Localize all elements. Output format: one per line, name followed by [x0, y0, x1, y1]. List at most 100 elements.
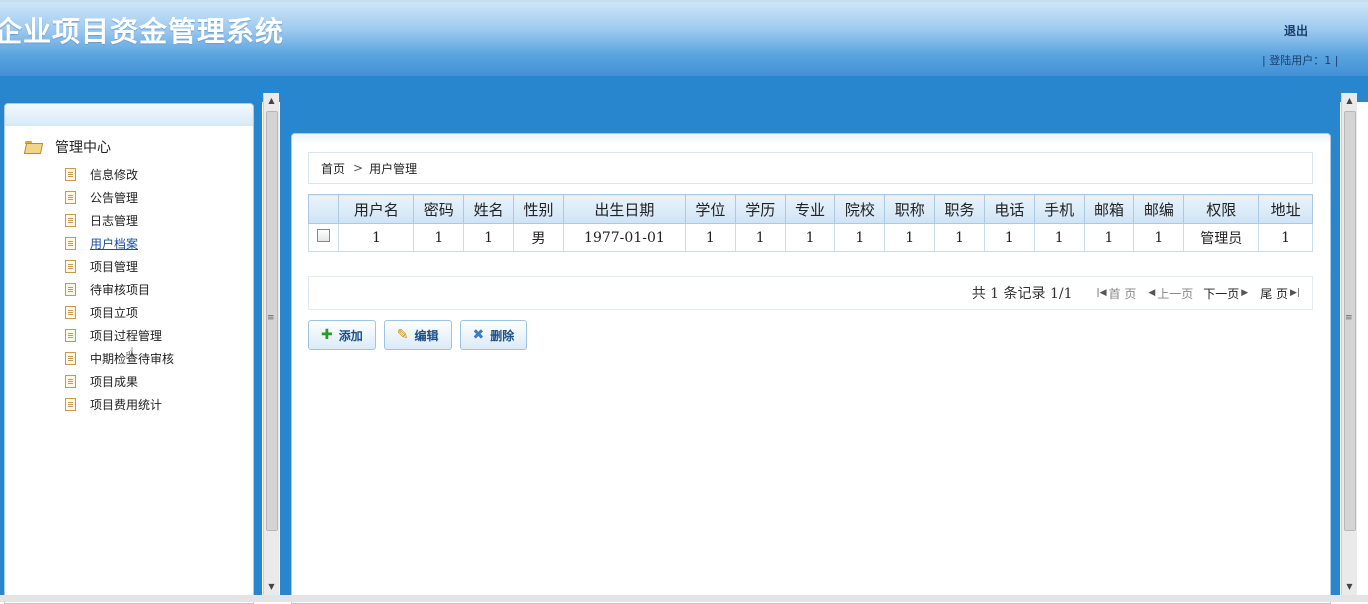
- scroll-down-icon[interactable]: ▼: [264, 579, 279, 594]
- row-select-cell: [307, 223, 340, 252]
- sidebar-panel: 管理中心 信息修改 公告管理 日志管理 用户档案 项目管理 待审核项目 项目立项…: [4, 103, 254, 604]
- first-page-icon: |◀: [1096, 288, 1107, 298]
- table-cell: 管理员: [1183, 223, 1260, 252]
- user-table: 用户名 密码 姓名 性别 出生日期 学位 学历 专业 院校 职称 职务 电话 手…: [307, 194, 1313, 252]
- col-header: 电话: [983, 194, 1035, 224]
- col-header: 院校: [834, 194, 886, 224]
- app-header: 企业项目资金管理系统 退出 | 登陆用户：1 |: [0, 0, 1368, 78]
- sidebar-item-project-manage[interactable]: 项目管理: [65, 255, 174, 278]
- sidebar-item-pending-review[interactable]: 待审核项目: [65, 278, 174, 301]
- breadcrumb-separator: >: [353, 161, 364, 175]
- table-cell: 1: [1258, 223, 1313, 252]
- col-header: 地址: [1258, 194, 1313, 224]
- document-icon: [65, 352, 76, 365]
- sidebar-item-midterm-review[interactable]: 中期检查待审核: [65, 347, 174, 370]
- col-header: 职称: [884, 194, 936, 224]
- scroll-grip-icon: ≡: [267, 313, 275, 323]
- sidebar-item-log[interactable]: 日志管理: [65, 209, 174, 232]
- table-cell: 1: [463, 223, 515, 252]
- pagination: 共 1 条记录 1/1 |◀ 首 页 ◀ 上一页 下一页 ▶ 尾 页 ▶|: [308, 276, 1313, 310]
- cross-icon: ✖: [472, 327, 485, 343]
- col-header: 密码: [413, 194, 465, 224]
- row-checkbox[interactable]: [317, 229, 331, 242]
- col-header: 姓名: [463, 194, 515, 224]
- last-page-link[interactable]: 尾 页 ▶|: [1260, 285, 1302, 302]
- document-icon: [65, 191, 76, 204]
- record-count: 共 1 条记录 1/1: [971, 286, 1073, 302]
- document-icon: [65, 329, 76, 342]
- delete-button[interactable]: ✖ 删除: [459, 320, 528, 350]
- edit-button[interactable]: ✎ 编辑: [383, 320, 452, 350]
- table-cell: 1: [413, 223, 465, 252]
- first-page-link[interactable]: |◀ 首 页: [1095, 285, 1137, 302]
- table-cell: 1: [934, 223, 985, 252]
- table-cell: 1: [983, 223, 1035, 252]
- scroll-grip-icon: ≡: [1345, 313, 1353, 323]
- document-icon: [65, 398, 76, 411]
- col-header: 权限: [1183, 194, 1260, 224]
- sidebar-item-cost-stats[interactable]: 项目费用统计: [65, 393, 174, 416]
- sidebar-panel-header: [5, 104, 253, 126]
- scroll-up-icon[interactable]: ▲: [1342, 93, 1357, 108]
- col-header: 学历: [734, 194, 786, 224]
- table-cell: 1: [784, 223, 836, 252]
- document-icon: [65, 306, 76, 319]
- col-header: 邮编: [1133, 194, 1185, 224]
- sidebar-item-user-archive[interactable]: 用户档案: [65, 232, 174, 255]
- col-header: 职务: [934, 194, 985, 224]
- bottom-bar: [0, 595, 1368, 602]
- col-header: 用户名: [338, 194, 415, 224]
- add-button[interactable]: ✚ 添加: [308, 320, 376, 350]
- sidebar-item-info-edit[interactable]: 信息修改: [65, 163, 174, 186]
- col-header: 性别: [513, 194, 564, 224]
- table-cell: 1: [1083, 223, 1135, 252]
- breadcrumb-home[interactable]: 首页: [321, 160, 345, 177]
- document-icon: [65, 168, 76, 181]
- next-page-link[interactable]: 下一页 ▶: [1203, 285, 1250, 302]
- scroll-down-icon[interactable]: ▼: [1342, 579, 1357, 594]
- plus-icon: ✚: [321, 327, 333, 343]
- col-header: 手机: [1033, 194, 1085, 224]
- table-header-row: 用户名 密码 姓名 性别 出生日期 学位 学历 专业 院校 职称 职务 电话 手…: [307, 194, 1313, 224]
- logout-link[interactable]: 退出: [1284, 22, 1308, 39]
- document-icon: [65, 237, 76, 250]
- col-header: 学位: [684, 194, 736, 224]
- col-header: 出生日期: [562, 194, 686, 224]
- col-header: 专业: [784, 194, 836, 224]
- table-row[interactable]: 1 1 1 男 1977-01-01 1 1 1 1 1 1 1 1 1 1 管…: [307, 223, 1313, 252]
- open-folder-icon: [25, 141, 41, 153]
- sidebar-scrollbar[interactable]: ▲ ≡ ▼: [263, 93, 279, 595]
- table-cell: 男: [513, 223, 564, 252]
- document-icon: [65, 283, 76, 296]
- content-panel: 首页 > 用户管理 用户名 密码 姓名 性别 出生日期 学位 学历 专业 院校 …: [291, 133, 1331, 604]
- sidebar-item-process-manage[interactable]: 项目过程管理: [65, 324, 174, 347]
- last-page-icon: ▶|: [1290, 288, 1300, 298]
- breadcrumb: 首页 > 用户管理: [308, 152, 1313, 184]
- col-select: [307, 194, 340, 224]
- col-header: 邮箱: [1083, 194, 1135, 224]
- table-cell: 1: [734, 223, 786, 252]
- scroll-up-icon[interactable]: ▲: [264, 93, 279, 108]
- main-area: 首页 > 用户管理 用户名 密码 姓名 性别 出生日期 学位 学历 专业 院校 …: [280, 93, 1340, 604]
- hand-cursor-icon: ☝: [125, 344, 135, 363]
- login-user-label: | 登陆用户：1 |: [1262, 54, 1339, 67]
- tree-root-manage-center[interactable]: 管理中心: [25, 137, 111, 157]
- table-cell: 1: [1133, 223, 1185, 252]
- table-cell: 1: [338, 223, 415, 252]
- document-icon: [65, 214, 76, 227]
- table-cell: 1977-01-01: [562, 223, 686, 252]
- content-panel-header: [292, 134, 1330, 144]
- next-page-icon: ▶: [1241, 288, 1249, 298]
- sidebar-item-notice[interactable]: 公告管理: [65, 186, 174, 209]
- sidebar-item-project-setup[interactable]: 项目立项: [65, 301, 174, 324]
- tree-root-label: 管理中心: [55, 140, 111, 156]
- prev-page-icon: ◀: [1148, 288, 1156, 298]
- app-title: 企业项目资金管理系统: [0, 15, 285, 48]
- document-icon: [65, 260, 76, 273]
- pencil-icon: ✎: [396, 327, 409, 343]
- prev-page-link[interactable]: ◀ 上一页: [1146, 285, 1193, 302]
- main-scrollbar[interactable]: ▲ ≡ ▼: [1341, 93, 1357, 595]
- breadcrumb-current: 用户管理: [369, 161, 418, 176]
- sidebar-area: 管理中心 信息修改 公告管理 日志管理 用户档案 项目管理 待审核项目 项目立项…: [0, 76, 262, 604]
- sidebar-item-project-results[interactable]: 项目成果: [65, 370, 174, 393]
